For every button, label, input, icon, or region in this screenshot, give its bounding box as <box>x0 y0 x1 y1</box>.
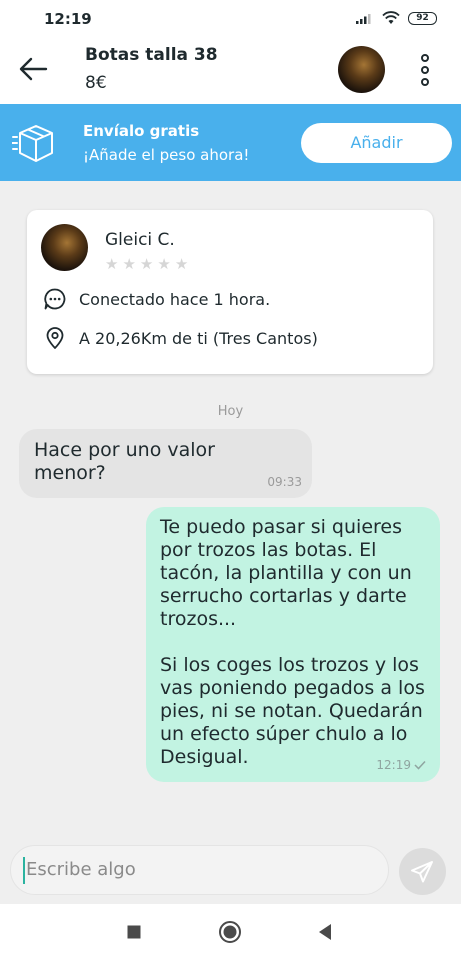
seller-name: Gleici C. <box>105 230 175 250</box>
shipping-title: Envíalo gratis <box>83 122 200 140</box>
shipping-box-icon <box>12 125 53 162</box>
product-title[interactable]: Botas talla 38 <box>85 45 218 65</box>
send-button[interactable] <box>399 848 446 895</box>
more-options-icon[interactable] <box>416 52 434 88</box>
add-weight-button[interactable]: Añadir <box>301 123 452 163</box>
free-shipping-banner: Envíalo gratis ¡Añade el peso ahora! Aña… <box>0 104 461 181</box>
message-composer: Escribe algo <box>0 838 461 904</box>
chat-header: Botas talla 38 8€ <box>0 36 461 104</box>
message-text: Hace por uno valor menor? <box>34 439 215 484</box>
check-icon <box>414 760 426 770</box>
message-text: Te puedo pasar si quieres por trozos las… <box>160 516 425 768</box>
status-time: 12:19 <box>44 10 92 28</box>
star-icon: ★ <box>157 255 171 273</box>
location-text: A 20,26Km de ti (Tres Cantos) <box>79 328 318 348</box>
send-icon <box>411 861 433 883</box>
recents-icon[interactable] <box>120 918 148 946</box>
shipping-subtitle: ¡Añade el peso ahora! <box>83 146 250 164</box>
wifi-icon <box>382 11 400 24</box>
seller-avatar[interactable] <box>338 46 385 93</box>
message-time: 12:19 <box>376 758 411 772</box>
signal-icon <box>356 14 371 24</box>
status-bar: 12:19 92 <box>0 0 461 36</box>
star-icon: ★ <box>174 255 189 273</box>
last-seen-row: Conectado hace 1 hora. <box>43 287 270 311</box>
star-icon: ★ <box>139 255 154 273</box>
date-divider: Hoy <box>217 404 244 419</box>
last-seen-text: Conectado hace 1 hora. <box>79 289 271 309</box>
seller-card[interactable]: Gleici C. ★ ★ ★ ★ ★ Conectado hace 1 hor… <box>27 210 433 374</box>
location-pin-icon <box>46 327 64 349</box>
system-nav-bar <box>0 904 461 960</box>
star-icon: ★ <box>105 255 119 273</box>
incoming-message[interactable]: Hace por uno valor menor? 09:33 <box>19 429 312 498</box>
message-meta: 12:19 <box>376 758 426 772</box>
text-caret <box>23 856 25 884</box>
back-icon[interactable] <box>311 918 339 946</box>
location-row: A 20,26Km de ti (Tres Cantos) <box>43 326 318 350</box>
product-price: 8€ <box>85 73 107 93</box>
outgoing-message[interactable]: Te puedo pasar si quieres por trozos las… <box>146 507 440 782</box>
back-arrow-icon[interactable] <box>18 56 48 82</box>
home-icon[interactable] <box>216 918 244 946</box>
message-time: 09:33 <box>267 475 302 489</box>
message-input[interactable]: Escribe algo <box>10 845 389 895</box>
seller-rating: ★ ★ ★ ★ ★ <box>105 256 188 272</box>
star-icon: ★ <box>122 255 136 273</box>
chat-bubble-icon <box>44 288 66 310</box>
battery-icon: 92 <box>408 11 437 25</box>
status-icons: 92 <box>356 11 437 25</box>
seller-card-avatar <box>41 224 88 271</box>
message-input-placeholder: Escribe algo <box>26 859 136 880</box>
